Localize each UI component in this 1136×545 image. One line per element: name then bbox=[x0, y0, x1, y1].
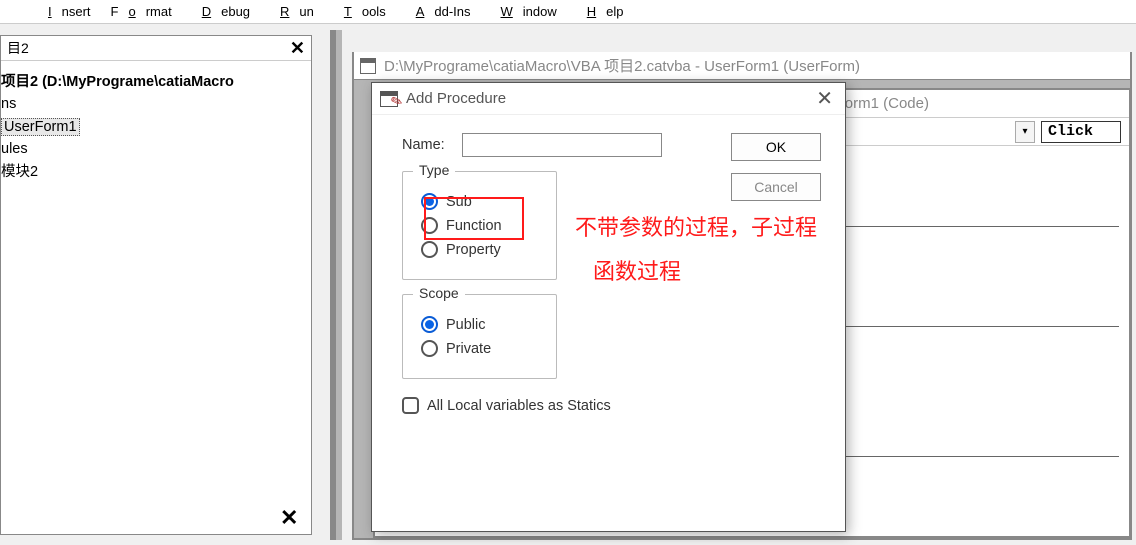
project-tree[interactable]: 项目2 (D:\MyPrograme\catiaMacro ns UserFor… bbox=[1, 61, 311, 183]
dropdown-arrow-icon[interactable]: ▾ bbox=[1015, 121, 1035, 143]
dialog-title: Add Procedure bbox=[406, 90, 506, 107]
radio-icon bbox=[421, 193, 438, 210]
menu-run[interactable]: Run bbox=[260, 2, 324, 21]
menu-format[interactable]: Format bbox=[101, 2, 182, 21]
panel-bottom-close-icon[interactable]: ✕ bbox=[280, 505, 298, 531]
radio-icon bbox=[421, 316, 438, 333]
radio-property[interactable]: Property bbox=[421, 241, 542, 258]
window-titlebar[interactable]: D:\MyPrograme\catiaMacro\VBA 项目2.catvba … bbox=[354, 52, 1130, 80]
project-panel-titlebar: 目2 ✕ bbox=[1, 36, 311, 61]
tree-item[interactable]: 模块2 bbox=[1, 161, 311, 183]
radio-sub[interactable]: Sub bbox=[421, 193, 542, 210]
window-title: D:\MyPrograme\catiaMacro\VBA 项目2.catvba … bbox=[384, 55, 860, 76]
project-root-node[interactable]: 项目2 (D:\MyPrograme\catiaMacro bbox=[1, 71, 311, 93]
add-procedure-dialog: Add Procedure ✕ Name: OK Cancel Type Sub… bbox=[371, 82, 846, 532]
type-legend: Type bbox=[413, 162, 455, 178]
procedure-dropdown[interactable]: Click bbox=[1041, 121, 1121, 143]
tree-item[interactable]: ns bbox=[1, 93, 311, 115]
radio-icon bbox=[421, 241, 438, 258]
tree-item-userform1[interactable]: UserForm1 bbox=[1, 116, 311, 138]
menu-window[interactable]: Window bbox=[481, 2, 567, 21]
scope-legend: Scope bbox=[413, 285, 465, 301]
cancel-button[interactable]: Cancel bbox=[731, 173, 821, 201]
name-input[interactable] bbox=[462, 133, 662, 157]
name-label: Name: bbox=[402, 137, 452, 153]
dialog-titlebar[interactable]: Add Procedure ✕ bbox=[372, 83, 845, 115]
scope-group: Scope Public Private bbox=[402, 294, 557, 379]
menu-addins[interactable]: Add-Ins bbox=[396, 2, 481, 21]
menu-debug[interactable]: Debug bbox=[182, 2, 260, 21]
radio-icon bbox=[421, 217, 438, 234]
checkbox-icon bbox=[402, 397, 419, 414]
radio-public[interactable]: Public bbox=[421, 316, 542, 333]
dialog-icon bbox=[380, 91, 398, 107]
project-panel-title-text: 目2 bbox=[7, 38, 29, 58]
radio-private[interactable]: Private bbox=[421, 340, 542, 357]
menu-bar: Insert Format Debug Run Tools Add-Ins Wi… bbox=[0, 0, 1136, 24]
dialog-close-button[interactable]: ✕ bbox=[816, 89, 833, 109]
window-title: erForm1 (Code) bbox=[822, 95, 1129, 112]
mdi-border bbox=[336, 30, 342, 540]
radio-function[interactable]: Function bbox=[421, 217, 542, 234]
tree-item[interactable]: ules bbox=[1, 138, 311, 160]
radio-icon bbox=[421, 340, 438, 357]
ok-button[interactable]: OK bbox=[731, 133, 821, 161]
project-explorer-panel: 目2 ✕ 项目2 (D:\MyPrograme\catiaMacro ns Us… bbox=[0, 35, 312, 535]
project-panel-close-button[interactable]: ✕ bbox=[290, 38, 305, 59]
type-group: Type Sub Function Property bbox=[402, 171, 557, 280]
statics-checkbox-row[interactable]: All Local variables as Statics bbox=[402, 397, 821, 414]
menu-help[interactable]: Help bbox=[567, 2, 634, 21]
form-icon bbox=[360, 58, 376, 74]
menu-tools[interactable]: Tools bbox=[324, 2, 396, 21]
menu-insert[interactable]: Insert bbox=[28, 2, 101, 21]
